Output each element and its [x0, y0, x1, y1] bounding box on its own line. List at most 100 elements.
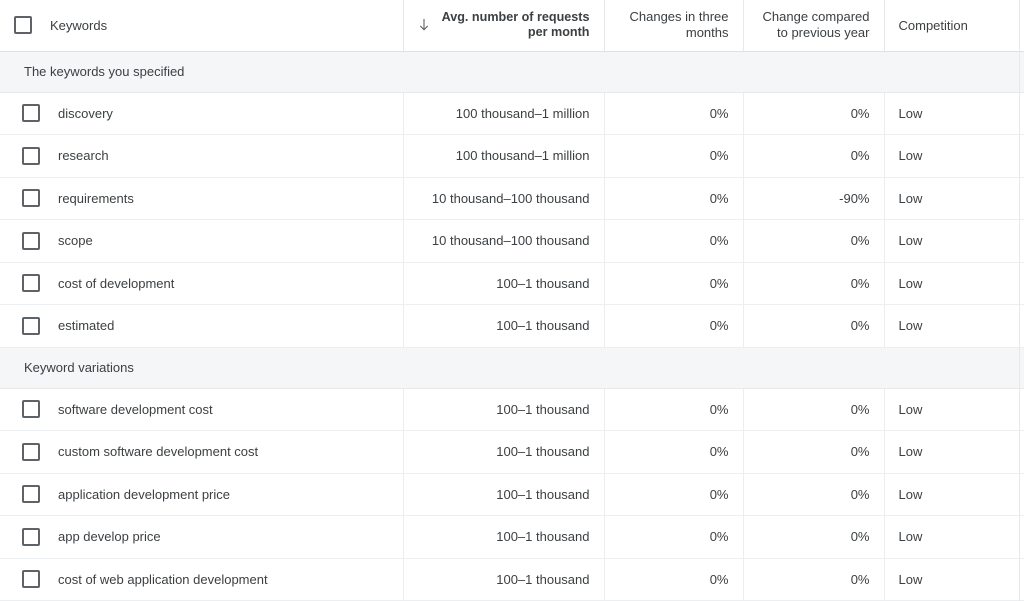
cell-changes-three-months: 0% — [604, 388, 744, 431]
column-header-avg-requests-label: Avg. number of requests per month — [441, 10, 590, 40]
cell-keyword: custom software development cost — [0, 430, 404, 474]
cell-keyword: research — [0, 134, 404, 178]
table-row[interactable]: cost of web application development 100–… — [0, 558, 1024, 601]
keyword-label: cost of web application development — [58, 571, 268, 587]
cell-competition: Low — [884, 92, 1024, 135]
table-row[interactable]: software development cost 100–1 thousand… — [0, 388, 1024, 431]
column-header-keywords[interactable]: Keywords — [0, 0, 404, 52]
cell-changes-three-months: 0% — [604, 219, 744, 263]
cell-competition: Low — [884, 430, 1024, 474]
cell-changes-three-months: 0% — [604, 92, 744, 135]
cell-competition: Low — [884, 177, 1024, 220]
column-header-changes-three-months-label: Changes in three months — [629, 9, 729, 41]
cell-avg-requests: 100–1 thousand — [403, 473, 605, 516]
table-header: Keywords Avg. number of requests per mon… — [0, 0, 1024, 52]
row-checkbox[interactable] — [22, 316, 40, 335]
table-body: The keywords you specified discovery 100… — [0, 50, 1024, 601]
cell-avg-requests: 10 thousand–100 thousand — [403, 219, 605, 263]
keyword-label: research — [58, 148, 109, 164]
table-row[interactable]: custom software development cost 100–1 t… — [0, 430, 1024, 474]
column-header-keywords-label: Keywords — [50, 17, 108, 33]
cell-keyword: application development price — [0, 473, 404, 516]
cell-avg-requests: 100 thousand–1 million — [403, 134, 605, 178]
cell-avg-requests: 100–1 thousand — [403, 388, 605, 431]
column-header-avg-requests[interactable]: Avg. number of requests per month — [403, 0, 605, 52]
cell-competition: Low — [884, 219, 1024, 263]
row-checkbox[interactable] — [22, 231, 40, 250]
keyword-label: cost of development — [58, 275, 175, 291]
row-checkbox[interactable] — [22, 274, 40, 293]
cell-avg-requests: 100–1 thousand — [403, 304, 605, 348]
keyword-label: scope — [58, 233, 93, 249]
cell-changes-three-months: 0% — [604, 134, 744, 178]
row-checkbox[interactable] — [22, 442, 40, 461]
cell-competition: Low — [884, 473, 1024, 516]
table-row[interactable]: scope 10 thousand–100 thousand 0% 0% Low — [0, 219, 1024, 263]
keyword-label: discovery — [58, 105, 113, 121]
row-checkbox[interactable] — [22, 570, 40, 589]
cell-change-previous-year: 0% — [743, 134, 885, 178]
cell-competition: Low — [884, 388, 1024, 431]
table-row[interactable]: discovery 100 thousand–1 million 0% 0% L… — [0, 92, 1024, 135]
cell-changes-three-months: 0% — [604, 515, 744, 559]
section-header-row: The keywords you specified — [0, 50, 1024, 93]
header-row: Keywords Avg. number of requests per mon… — [0, 0, 1024, 52]
cell-avg-requests: 100–1 thousand — [403, 430, 605, 474]
table-row[interactable]: application development price 100–1 thou… — [0, 473, 1024, 516]
cell-change-previous-year: 0% — [743, 304, 885, 348]
keyword-label: app develop price — [58, 529, 161, 545]
keyword-label: application development price — [58, 486, 230, 502]
row-checkbox[interactable] — [22, 400, 40, 419]
row-checkbox[interactable] — [22, 485, 40, 504]
keyword-label: custom software development cost — [58, 444, 259, 460]
cell-avg-requests: 10 thousand–100 thousand — [403, 177, 605, 220]
column-header-change-previous-year[interactable]: Change compared to previous year — [743, 0, 885, 52]
cell-competition: Low — [884, 515, 1024, 559]
cell-change-previous-year: 0% — [743, 515, 885, 559]
cell-changes-three-months: 0% — [604, 558, 744, 601]
table-row[interactable]: app develop price 100–1 thousand 0% 0% L… — [0, 515, 1024, 559]
keyword-label: requirements — [58, 190, 134, 206]
keyword-planner-table-panel: Keywords Avg. number of requests per mon… — [0, 0, 1024, 601]
cell-competition: Low — [884, 558, 1024, 601]
cell-keyword: cost of web application development — [0, 558, 404, 601]
table-row[interactable]: cost of development 100–1 thousand 0% 0%… — [0, 262, 1024, 305]
cell-competition: Low — [884, 304, 1024, 348]
section-title-keyword-variations: Keyword variations — [0, 346, 1024, 389]
cell-avg-requests: 100–1 thousand — [403, 515, 605, 559]
cell-change-previous-year: 0% — [743, 473, 885, 516]
cell-changes-three-months: 0% — [604, 304, 744, 348]
column-header-change-previous-year-label: Change compared to previous year — [762, 9, 870, 41]
cell-changes-three-months: 0% — [604, 473, 744, 516]
select-all-checkbox[interactable] — [14, 16, 32, 35]
row-checkbox[interactable] — [22, 146, 40, 165]
column-header-changes-three-months[interactable]: Changes in three months — [604, 0, 744, 52]
cell-change-previous-year: 0% — [743, 388, 885, 431]
keywords-table: Keywords Avg. number of requests per mon… — [0, 0, 1024, 601]
cell-changes-three-months: 0% — [604, 262, 744, 305]
cell-keyword: software development cost — [0, 388, 404, 431]
row-checkbox[interactable] — [22, 189, 40, 208]
arrow-down-icon — [418, 18, 430, 32]
section-header-row: Keyword variations — [0, 346, 1024, 389]
section-title-specified-keywords: The keywords you specified — [0, 50, 1024, 93]
cell-change-previous-year: 0% — [743, 430, 885, 474]
cell-keyword: discovery — [0, 92, 404, 135]
cell-change-previous-year: 0% — [743, 219, 885, 263]
column-header-competition[interactable]: Competition — [884, 0, 1024, 52]
cell-avg-requests: 100–1 thousand — [403, 558, 605, 601]
cell-keyword: app develop price — [0, 515, 404, 559]
cell-changes-three-months: 0% — [604, 177, 744, 220]
row-checkbox[interactable] — [22, 527, 40, 546]
keyword-label: software development cost — [58, 401, 213, 417]
table-right-edge — [1019, 0, 1020, 601]
cell-competition: Low — [884, 134, 1024, 178]
table-row[interactable]: requirements 10 thousand–100 thousand 0%… — [0, 177, 1024, 220]
column-header-competition-label: Competition — [898, 17, 968, 33]
table-row[interactable]: research 100 thousand–1 million 0% 0% Lo… — [0, 134, 1024, 178]
table-row[interactable]: estimated 100–1 thousand 0% 0% Low — [0, 304, 1024, 348]
row-checkbox[interactable] — [22, 104, 40, 123]
cell-keyword: scope — [0, 219, 404, 263]
cell-change-previous-year: 0% — [743, 558, 885, 601]
cell-competition: Low — [884, 262, 1024, 305]
